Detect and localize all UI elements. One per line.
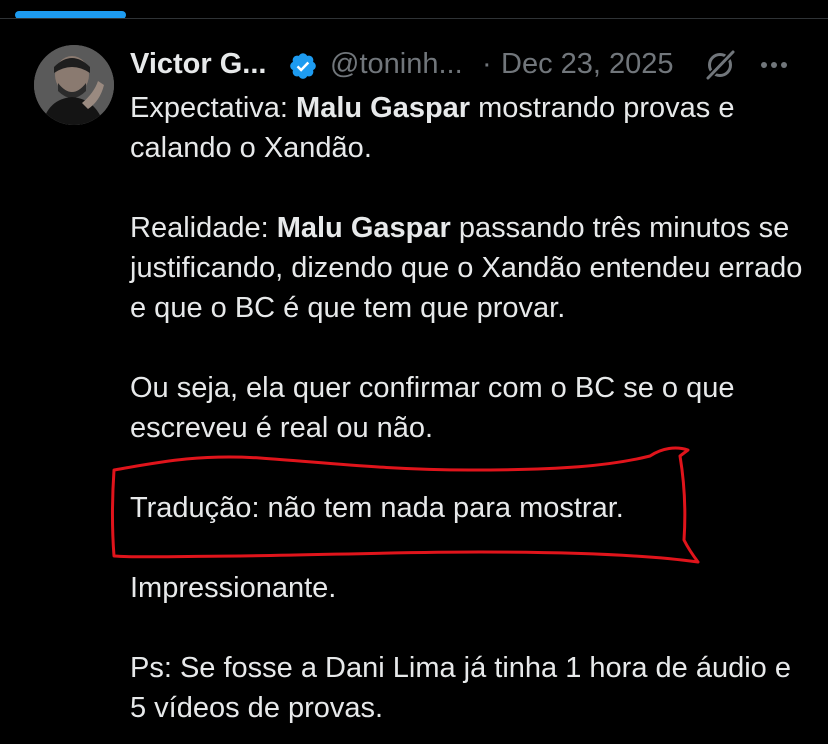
tweet-date[interactable]: Dec 23, 2025 (501, 42, 674, 86)
tweet-paragraph: Expectativa: Malu Gaspar mostrando prova… (130, 88, 810, 168)
author-name[interactable]: Victor G... (130, 42, 266, 86)
verified-badge-icon (290, 53, 316, 79)
grok-icon[interactable] (704, 49, 736, 81)
tweet-paragraph: Realidade: Malu Gaspar passando três min… (130, 208, 810, 328)
avatar-photo-icon (34, 45, 114, 125)
tweet-text: Expectativa: Malu Gaspar mostrando prova… (130, 88, 810, 728)
more-options-icon[interactable] (758, 50, 790, 80)
tweet-text-segment: Ou seja, ela quer confirmar com o BC se … (130, 372, 735, 444)
tweet-text-segment: Expectativa: (130, 92, 297, 124)
separator-dot: · (482, 48, 492, 80)
tweet-text-segment: Realidade: (130, 212, 277, 244)
tweet-paragraph: Ou seja, ela quer confirmar com o BC se … (130, 368, 810, 448)
tweet-text-segment: Ps: Se fosse a Dani Lima já tinha 1 hora… (130, 652, 791, 724)
bold-name[interactable]: Malu Gaspar (296, 92, 470, 124)
bold-name[interactable]: Malu Gaspar (277, 212, 451, 244)
tweet-paragraph: Ps: Se fosse a Dani Lima já tinha 1 hora… (130, 648, 810, 728)
tweet-header: Victor G... @toninh... · Dec 23, 2025 (130, 42, 810, 86)
avatar[interactable] (34, 45, 114, 125)
tweet-paragraph: Impressionante. (130, 568, 810, 608)
tweet-paragraph: Tradução: não tem nada para mostrar. (130, 488, 810, 528)
divider (0, 18, 828, 19)
tweet-text-segment: Tradução: não tem nada para mostrar. (130, 492, 624, 524)
author-handle[interactable]: @toninh... (330, 42, 463, 86)
tweet-text-segment: Impressionante. (130, 572, 337, 604)
